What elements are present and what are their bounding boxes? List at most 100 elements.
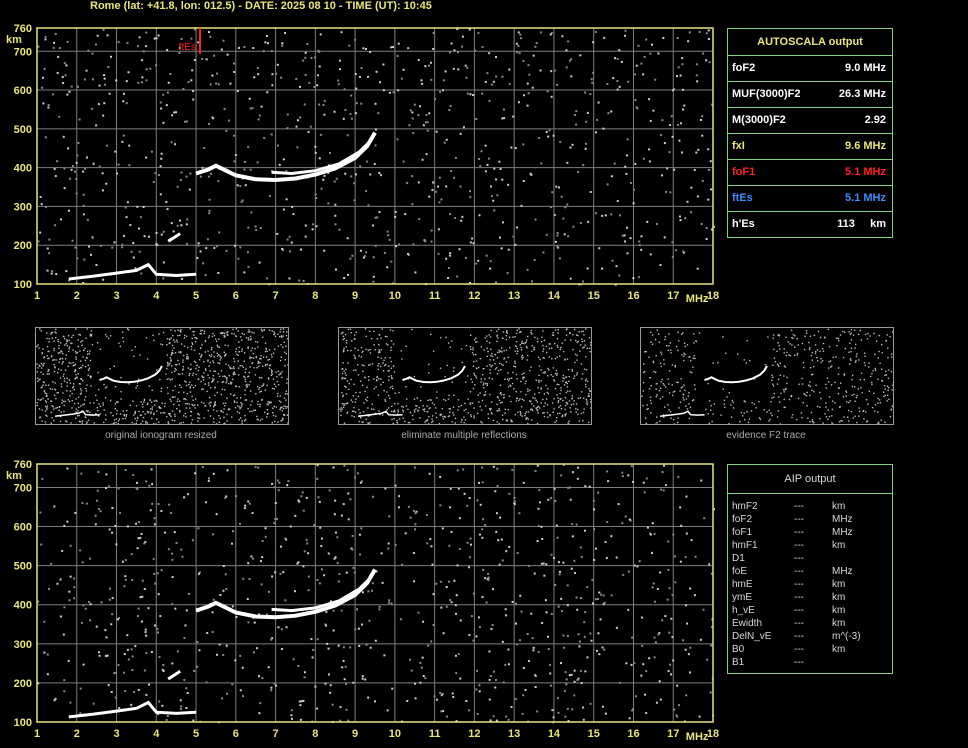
- x-tick-label: 16: [627, 290, 639, 302]
- aip-unit: km: [832, 644, 846, 655]
- y-tick-label: 500: [14, 561, 32, 573]
- ftes-marker-label: ftEs: [179, 42, 196, 53]
- aip-row: hmE --- km: [728, 579, 892, 592]
- y-tick-label: 200: [14, 678, 32, 690]
- thumbnail-f2-trace: [99, 365, 163, 384]
- aip-name: Ewidth: [732, 618, 763, 629]
- y-tick-label: 700: [14, 482, 32, 494]
- x-tick-label: 10: [389, 290, 401, 302]
- autoscala-key: h'Es: [732, 218, 755, 230]
- aip-unit: km: [832, 501, 846, 512]
- autoscala-row: h'Es 113 km: [728, 211, 892, 237]
- aip-unit: km: [832, 605, 846, 616]
- aip-panel: AIP output hmF2 --- km foF2 --- MHz foF1 --- MHz…: [727, 464, 893, 674]
- aip-row: ymE --- km: [728, 592, 892, 605]
- x-tick-label: 15: [588, 728, 600, 740]
- autoscala-panel: AUTOSCALA output foF2 9.0 MHz MUF(3000)F2 2…: [727, 28, 893, 238]
- x-tick-label: 1: [34, 728, 40, 740]
- y-tick-label: 600: [14, 522, 32, 534]
- autoscala-value: 9.6 MHz: [845, 140, 886, 152]
- aip-name: foF1: [732, 527, 753, 538]
- aip-value: ---: [794, 566, 804, 577]
- x-tick-label: 2: [74, 290, 80, 302]
- ionogram-main: 1 2 3 4 5 6 7 8 9 10 11 12 13 14 15 16 17 18 760 700 600 500 4…: [0, 20, 725, 312]
- x-tick-label: 10: [389, 728, 401, 740]
- x-tick-label: 5: [193, 290, 199, 302]
- x-tick-label: 17: [667, 290, 679, 302]
- thumbnail-f2-trace: [402, 365, 466, 384]
- x-tick-label: 5: [193, 728, 199, 740]
- autoscala-key: ftEs: [732, 192, 753, 204]
- aip-unit: km: [832, 540, 846, 551]
- x-tick-label: 1: [34, 290, 40, 302]
- autoscala-title: AUTOSCALA output: [757, 36, 863, 48]
- aip-name: hmE: [732, 579, 753, 590]
- aip-unit: m^(-3): [832, 631, 861, 642]
- y-tick-label: 400: [14, 163, 32, 175]
- autoscala-key: M(3000)F2: [732, 114, 786, 126]
- x-tick-label: 12: [468, 728, 480, 740]
- aip-name: D1: [732, 553, 745, 564]
- aip-value: ---: [794, 527, 804, 538]
- thumbnail-original: [35, 327, 290, 426]
- x-tick-label: 4: [153, 728, 160, 740]
- es-trace: [68, 262, 197, 281]
- thumbnail-es-trace: [660, 410, 705, 418]
- thumbnail-caption: evidence F2 trace: [726, 430, 806, 441]
- x-unit-label: MHz: [686, 731, 709, 743]
- autoscala-key: MUF(3000)F2: [732, 88, 801, 100]
- aip-unit: km: [832, 579, 846, 590]
- autoscala-value: 5.1 MHz: [845, 192, 886, 204]
- autoscala-value: 113 km: [837, 218, 886, 230]
- aip-value: ---: [794, 618, 804, 629]
- x-tick-label: 11: [429, 728, 441, 740]
- x-tick-label: 17: [667, 728, 679, 740]
- aip-unit: MHz: [832, 527, 853, 538]
- autoscala-value: 9.0 MHz: [845, 62, 886, 74]
- x-tick-label: 12: [468, 290, 480, 302]
- x-unit-label: MHz: [686, 293, 709, 305]
- aip-row: hmF2 --- km: [728, 501, 892, 514]
- aip-unit: km: [832, 618, 846, 629]
- autoscala-row: fxI 9.6 MHz: [728, 133, 892, 159]
- aip-name: ymE: [732, 592, 752, 603]
- y-unit-label: km: [6, 470, 22, 482]
- thumbnail-caption: original ionogram resized: [105, 430, 217, 441]
- autoscala-value: 26.3 MHz: [838, 88, 886, 100]
- y-tick-label: 500: [14, 124, 32, 136]
- aip-name: B1: [732, 657, 745, 668]
- aip-row: Ewidth --- km: [728, 618, 892, 631]
- aip-value: ---: [794, 631, 804, 642]
- x-tick-label: 9: [352, 290, 358, 302]
- aip-name: B0: [732, 644, 745, 655]
- aip-unit: MHz: [832, 566, 853, 577]
- thumbnail-es-trace: [358, 410, 403, 418]
- x-tick-label: 13: [508, 290, 520, 302]
- es-trace: [68, 700, 197, 719]
- autoscala-row: M(3000)F2 2.92: [728, 107, 892, 133]
- aip-unit: MHz: [832, 514, 853, 525]
- autoscala-key: foF2: [732, 62, 756, 74]
- x-tick-label: 14: [548, 290, 561, 302]
- autoscala-row: foF2 9.0 MHz: [728, 55, 892, 81]
- aip-row: foE --- MHz: [728, 566, 892, 579]
- aip-row: h_vE --- km: [728, 605, 892, 618]
- ionogram-aip: 1 2 3 4 5 6 7 8 9 10 11 12 13 14 15 16 17 18 760 700 600 500 4…: [0, 458, 725, 748]
- thumbnail-noise: [339, 328, 593, 426]
- autoscala-row: MUF(3000)F2 26.3 MHz: [728, 81, 892, 107]
- x-tick-label: 13: [508, 728, 520, 740]
- aip-value: ---: [794, 644, 804, 655]
- y-tick-label: 600: [14, 85, 32, 97]
- y-tick-label: 300: [14, 639, 32, 651]
- aip-value: ---: [794, 657, 804, 668]
- aip-value: ---: [794, 514, 804, 525]
- x-tick-label: 6: [233, 728, 239, 740]
- x-tick-label: 7: [273, 728, 279, 740]
- x-tick-label: 18: [707, 290, 719, 302]
- noise-dots: [37, 464, 715, 724]
- autoscala-value: 2.92: [864, 114, 886, 126]
- x-tick-label: 14: [548, 728, 561, 740]
- x-tick-label: 8: [312, 728, 318, 740]
- aip-value: ---: [794, 605, 804, 616]
- aip-name: DelN_vE: [732, 631, 772, 642]
